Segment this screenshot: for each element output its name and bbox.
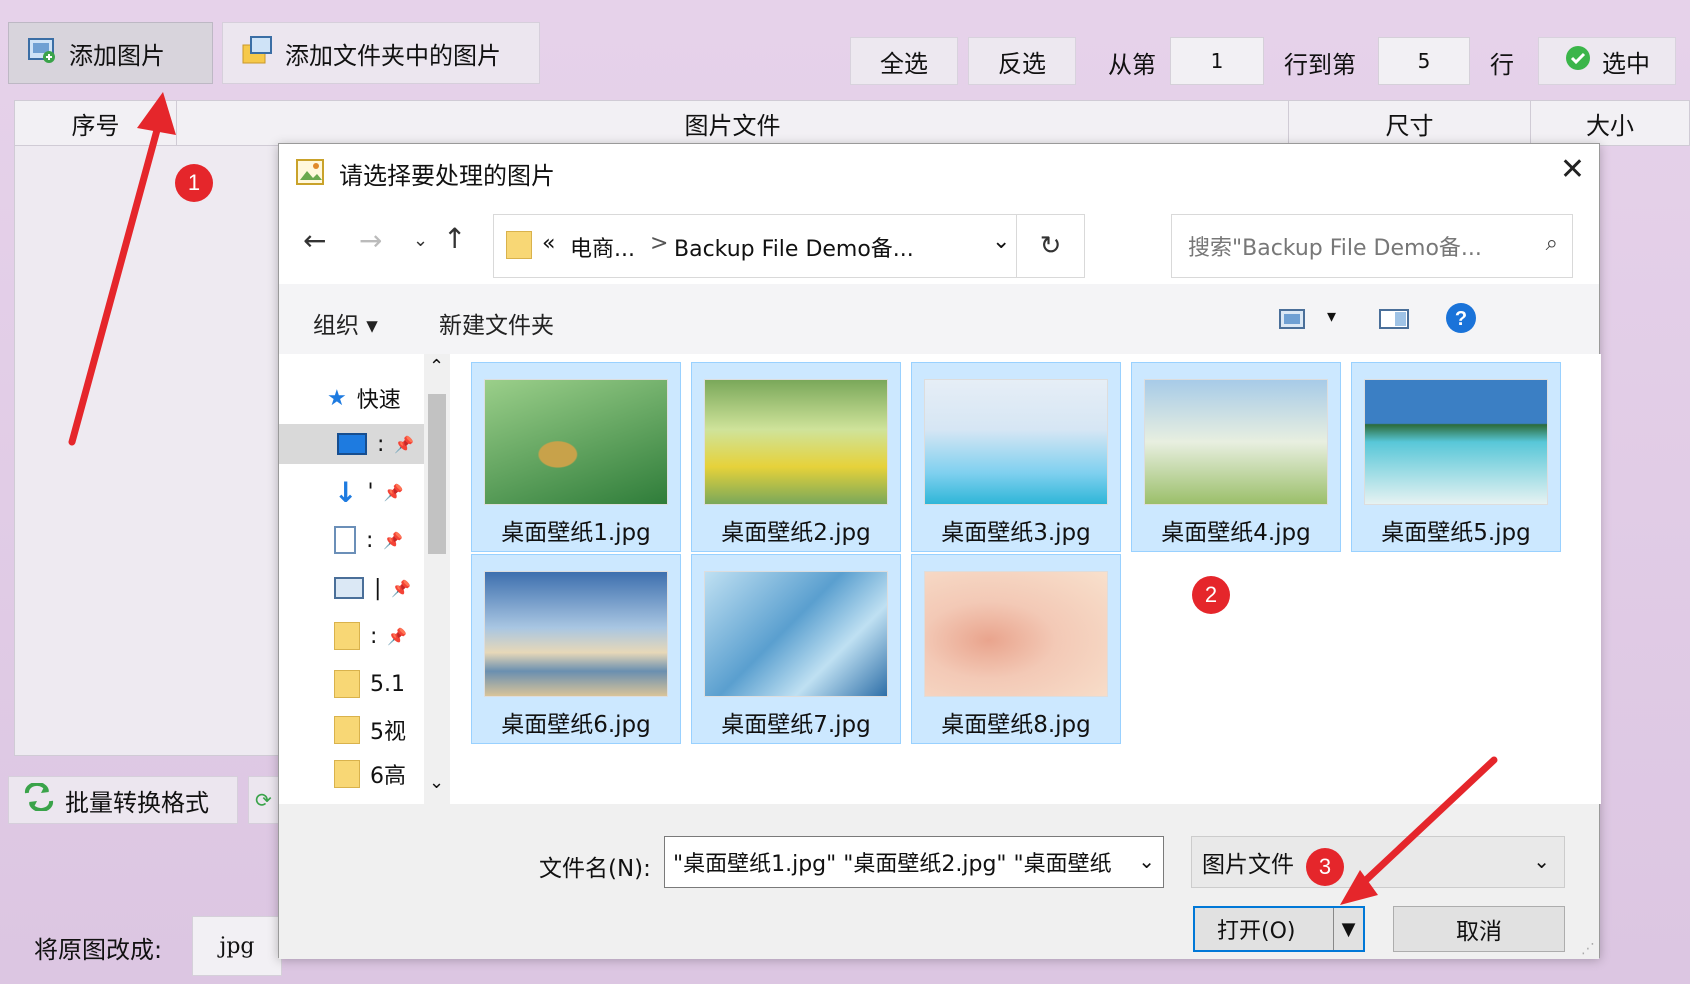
step-marker-1: 1 (175, 164, 213, 202)
annotation-arrowhead-1 (137, 92, 176, 135)
annotation-arrows (68, 92, 1498, 905)
step-marker-2: 2 (1192, 576, 1230, 614)
annotation-arrow-1 (68, 104, 167, 446)
annotation-arrow-3 (1346, 756, 1498, 899)
step-marker-3: 3 (1306, 848, 1344, 886)
